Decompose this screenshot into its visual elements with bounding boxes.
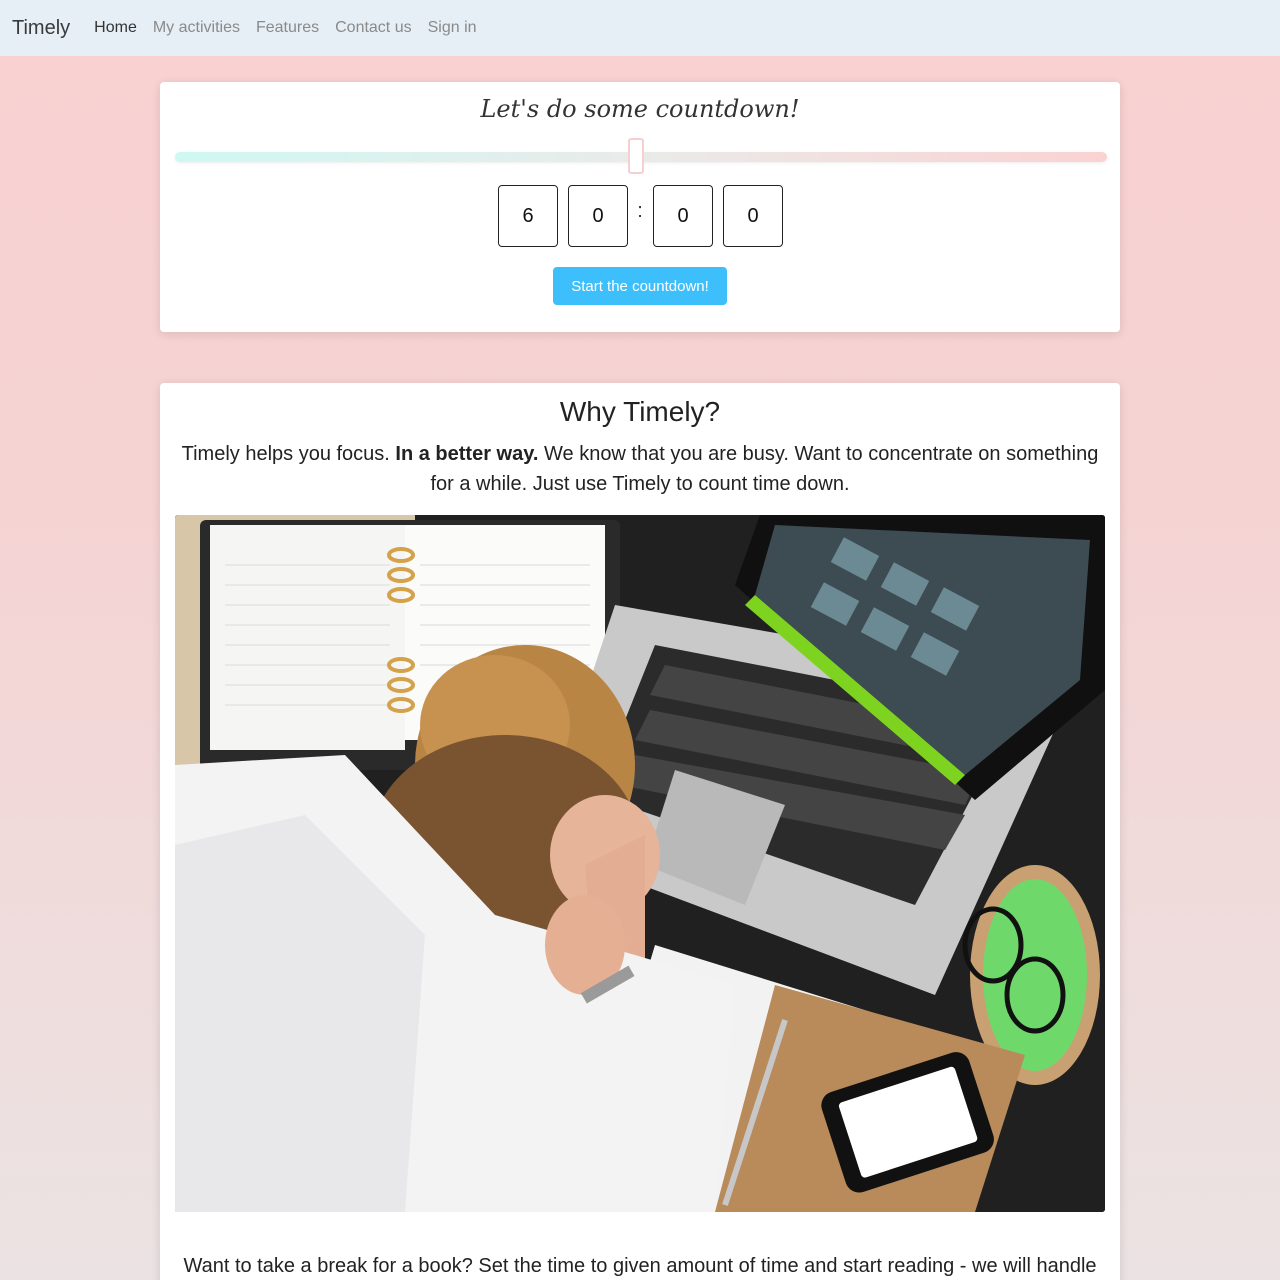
desk-photo-illustration: [175, 515, 1105, 1212]
desk-photo: [175, 515, 1105, 1212]
nav-link-home[interactable]: Home: [94, 19, 137, 37]
countdown-title: Let's do some countdown!: [480, 95, 800, 123]
nav-link-sign-in[interactable]: Sign in: [428, 19, 477, 37]
minutes-tens-digit[interactable]: 0: [653, 185, 713, 247]
why-heading: Why Timely?: [559, 396, 721, 427]
minutes-ones-digit[interactable]: 0: [723, 185, 783, 247]
time-slider-handle[interactable]: [628, 138, 644, 174]
nav-link-my-activities[interactable]: My activities: [153, 19, 240, 37]
start-countdown-button[interactable]: Start the countdown!: [553, 267, 727, 305]
time-separator: :: [637, 200, 643, 222]
why-intro-paragraph: Timely helps you focus. In a better way.…: [180, 439, 1100, 499]
hours-ones-digit[interactable]: 0: [568, 185, 628, 247]
hours-tens-digit[interactable]: 6: [498, 185, 558, 247]
top-navbar: Timely Home My activities Features Conta…: [0, 0, 1280, 56]
nav-link-features[interactable]: Features: [256, 19, 319, 37]
intro-text-bold: In a better way.: [395, 443, 539, 465]
nav-link-contact-us[interactable]: Contact us: [335, 19, 411, 37]
intro-text-start: Timely helps you focus.: [181, 443, 396, 465]
brand-logo[interactable]: Timely: [12, 17, 70, 40]
break-paragraph: Want to take a break for a book? Set the…: [183, 1255, 1097, 1277]
